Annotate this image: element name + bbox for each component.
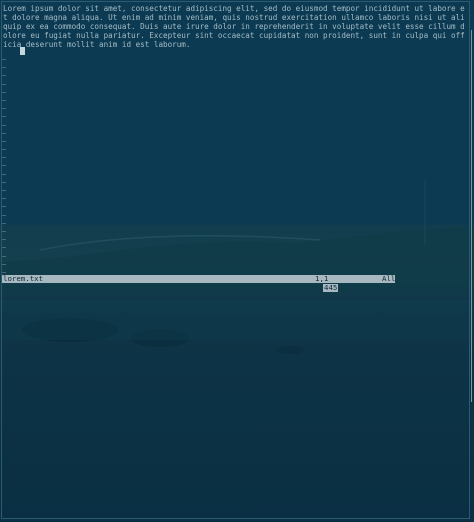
status-cursor-position: 1,1 bbox=[315, 274, 329, 283]
empty-line-marker: ~ bbox=[2, 162, 7, 171]
window-border bbox=[1, 1, 470, 519]
empty-line-marker: ~ bbox=[2, 56, 7, 64]
empty-line-marker: ~ bbox=[2, 170, 7, 179]
empty-line-markers: ~ ~ ~ ~ ~ ~ ~ ~ ~ ~ ~ ~ ~ ~ ~ ~ ~ ~ ~ ~ ~ ~ ~ ~ ~ ~ ~ bbox=[2, 56, 10, 277]
empty-line-marker: ~ bbox=[2, 146, 7, 155]
status-scroll-percent: All bbox=[382, 274, 396, 283]
text-cursor bbox=[20, 47, 25, 55]
empty-line-marker: ~ bbox=[2, 121, 7, 130]
empty-line-marker: ~ bbox=[2, 236, 7, 245]
empty-line-marker: ~ bbox=[2, 80, 7, 89]
scrollbar-track[interactable] bbox=[471, 30, 472, 402]
empty-line-marker: ~ bbox=[2, 64, 7, 73]
empty-line-marker: ~ bbox=[2, 113, 7, 122]
empty-line-marker: ~ bbox=[2, 260, 7, 269]
command-line-message: 445 bbox=[323, 283, 339, 292]
terminal-window[interactable]: Lorem ipsum dolor sit amet, consectetur … bbox=[0, 0, 474, 522]
empty-line-marker: ~ bbox=[2, 252, 7, 261]
status-filename: lorem.txt bbox=[3, 274, 44, 283]
empty-line-marker: ~ bbox=[2, 178, 7, 187]
empty-line-marker: ~ bbox=[2, 154, 7, 163]
empty-line-marker: ~ bbox=[2, 227, 7, 236]
empty-line-marker: ~ bbox=[2, 105, 7, 114]
empty-line-marker: ~ bbox=[2, 88, 7, 97]
background-wallpaper bbox=[0, 180, 474, 354]
status-line: lorem.txt 1,1 All bbox=[2, 275, 395, 283]
empty-line-marker: ~ bbox=[2, 129, 7, 138]
buffer-text[interactable]: Lorem ipsum dolor sit amet, consectetur … bbox=[3, 4, 469, 49]
empty-line-marker: ~ bbox=[2, 72, 7, 81]
empty-line-marker: ~ bbox=[2, 211, 7, 220]
empty-line-marker: ~ bbox=[2, 195, 7, 204]
empty-line-marker: ~ bbox=[2, 137, 7, 146]
empty-line-marker: ~ bbox=[2, 244, 7, 253]
empty-line-marker: ~ bbox=[2, 203, 7, 212]
empty-line-marker: ~ bbox=[2, 219, 7, 228]
empty-line-marker: ~ bbox=[2, 187, 7, 195]
empty-line-marker: ~ bbox=[2, 96, 7, 105]
